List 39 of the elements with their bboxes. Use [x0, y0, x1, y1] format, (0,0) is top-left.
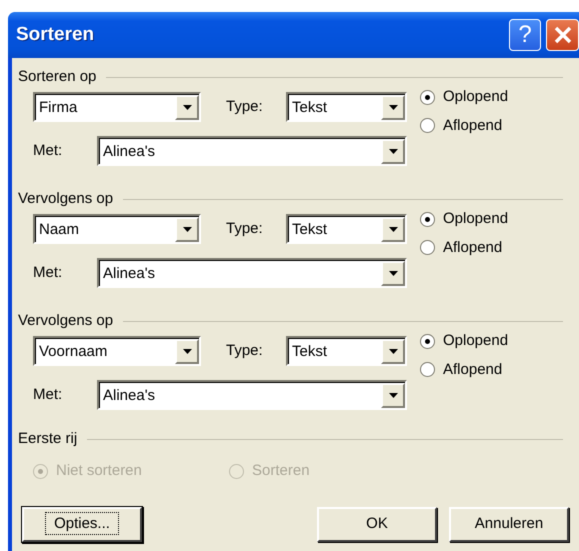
field-label: Met: [33, 262, 64, 283]
radio-label: Oplopend [443, 331, 508, 351]
radio-circle[interactable] [420, 240, 435, 256]
sort-by-dropdown[interactable]: Alinea's [97, 380, 407, 410]
group-label: Vervolgens op [18, 188, 114, 209]
group-label: Sorteren op [18, 66, 96, 87]
dialog-button[interactable]: Annuleren [449, 506, 569, 542]
type-dropdown[interactable]: Tekst [286, 214, 407, 244]
field-label: Met: [33, 384, 64, 405]
sort-by-dropdown[interactable]: Alinea's [97, 136, 407, 166]
dialog-button[interactable]: Opties... [22, 506, 142, 542]
radio-circle[interactable] [420, 334, 435, 349]
radio-label: Aflopend [443, 238, 502, 258]
radio-label: Oplopend [443, 209, 508, 229]
sort-field-dropdown[interactable]: Naam [33, 214, 201, 244]
field-label: Type: [226, 218, 264, 239]
field-label: Type: [226, 340, 264, 361]
help-button[interactable]: ? [509, 19, 541, 51]
sort-by-dropdown[interactable]: Alinea's [97, 258, 407, 288]
radio-circle[interactable] [420, 362, 435, 378]
group-label: Eerste rij [18, 428, 78, 449]
radio-label: Aflopend [443, 116, 502, 136]
window-title: Sorteren [16, 22, 96, 47]
radio-label: Sorteren [252, 461, 310, 481]
radio-circle[interactable] [420, 90, 435, 105]
radio-label: Oplopend [443, 87, 508, 107]
dialog-button[interactable]: OK [317, 506, 437, 542]
radio-circle[interactable] [420, 118, 435, 134]
field-label: Met: [33, 140, 64, 161]
close-button[interactable] [546, 19, 579, 51]
radio-circle[interactable] [420, 212, 435, 227]
type-dropdown[interactable]: Tekst [286, 336, 407, 366]
type-dropdown[interactable]: Tekst [286, 92, 407, 122]
group-label: Vervolgens op [18, 310, 114, 331]
radio-label: Aflopend [443, 360, 502, 380]
sort-field-dropdown[interactable]: Firma [33, 92, 201, 122]
sort-field-dropdown[interactable]: Voornaam [33, 336, 201, 366]
radio-label: Niet sorteren [56, 461, 142, 481]
field-label: Type: [226, 96, 264, 117]
